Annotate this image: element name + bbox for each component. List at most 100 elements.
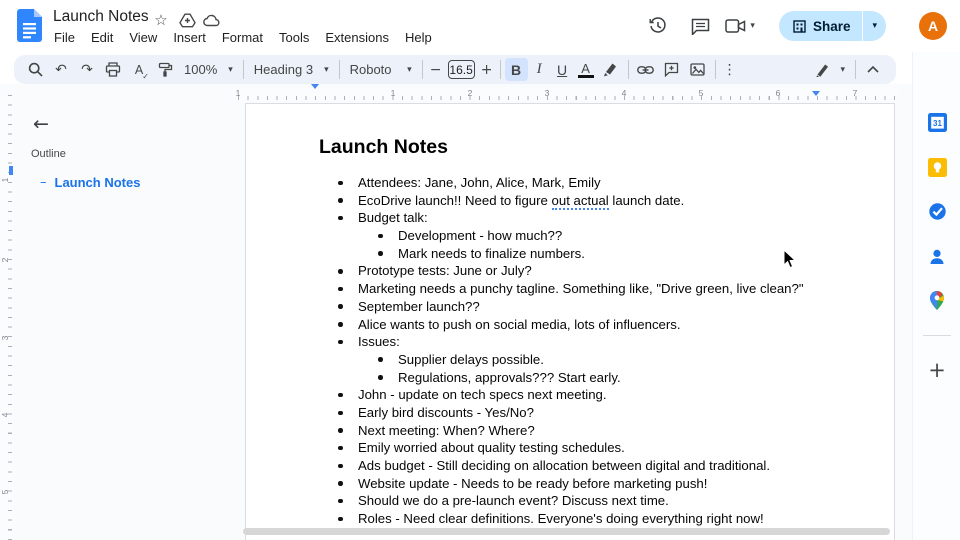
move-to-drive-icon[interactable] bbox=[178, 11, 196, 29]
print-icon[interactable] bbox=[100, 58, 126, 81]
paragraph-style-select[interactable]: Heading 3 ▾ bbox=[248, 58, 335, 81]
font-size-input[interactable]: 16.5 bbox=[447, 60, 475, 79]
redo-icon[interactable]: ↷ bbox=[74, 58, 100, 81]
bullet-text[interactable]: September launch?? bbox=[358, 298, 480, 315]
bullet-item[interactable]: Early bird discounts - Yes/No? bbox=[246, 404, 894, 422]
highlight-color-icon[interactable] bbox=[598, 58, 624, 81]
bullet-item[interactable]: Regulations, approvals??? Start early. bbox=[246, 369, 894, 387]
bullet-text[interactable]: Regulations, approvals??? Start early. bbox=[398, 369, 621, 386]
account-avatar[interactable]: A bbox=[919, 12, 947, 40]
right-indent-marker[interactable] bbox=[812, 91, 820, 96]
share-dropdown[interactable]: ▾ bbox=[862, 11, 886, 41]
bullet-text[interactable]: Marketing needs a punchy tagline. Someth… bbox=[358, 280, 804, 297]
bullet-item[interactable]: Emily worried about quality testing sche… bbox=[246, 439, 894, 457]
italic-button[interactable]: I bbox=[528, 58, 551, 81]
paint-format-icon[interactable] bbox=[152, 58, 178, 81]
more-options-icon[interactable]: ⋮ bbox=[720, 58, 740, 81]
add-comment-icon[interactable] bbox=[659, 58, 685, 81]
bullet-item[interactable]: Budget talk: bbox=[246, 209, 894, 227]
menu-file[interactable]: File bbox=[46, 28, 83, 47]
bullet-item[interactable]: September launch?? bbox=[246, 298, 894, 316]
bullet-text[interactable]: John - update on tech specs next meeting… bbox=[358, 386, 607, 403]
tasks-icon[interactable] bbox=[927, 201, 947, 221]
document-title[interactable]: Launch Notes bbox=[53, 8, 149, 26]
bullet-text[interactable]: Alice wants to push on social media, lot… bbox=[358, 316, 681, 333]
editing-mode-select[interactable]: ▾ bbox=[809, 58, 851, 81]
outline-collapse-icon[interactable]: – bbox=[40, 175, 47, 190]
zoom-select[interactable]: 100% ▾ bbox=[178, 58, 239, 81]
bold-button[interactable]: B bbox=[504, 58, 528, 81]
bullet-text[interactable]: Attendees: Jane, John, Alice, Mark, Emil… bbox=[358, 174, 601, 191]
bullet-item[interactable]: Should we do a pre-launch event? Discuss… bbox=[246, 492, 894, 510]
bullet-text[interactable]: Should we do a pre-launch event? Discuss… bbox=[358, 492, 669, 509]
menu-tools[interactable]: Tools bbox=[271, 28, 317, 47]
document-heading[interactable]: Launch Notes bbox=[319, 136, 448, 159]
close-outline-icon[interactable]: ← bbox=[33, 113, 49, 135]
bullet-item[interactable]: Prototype tests: June or July? bbox=[246, 262, 894, 280]
bullet-item[interactable]: Marketing needs a punchy tagline. Someth… bbox=[246, 280, 894, 298]
bullet-text[interactable]: Budget talk: bbox=[358, 209, 428, 226]
decrease-font-size-icon[interactable]: − bbox=[427, 58, 445, 81]
google-docs-logo[interactable] bbox=[17, 9, 42, 42]
hide-menus-icon[interactable] bbox=[860, 58, 886, 81]
bullet-item[interactable]: Development - how much?? bbox=[246, 227, 894, 245]
bullet-text[interactable]: Mark needs to finalize numbers. bbox=[398, 245, 585, 262]
bullet-text[interactable]: Supplier delays possible. bbox=[398, 351, 544, 368]
keep-notes-icon[interactable] bbox=[927, 157, 947, 177]
chevron-down-icon[interactable]: ▾ bbox=[750, 21, 755, 31]
bullet-item[interactable]: EcoDrive launch!! Need to figure out act… bbox=[246, 192, 894, 210]
bullet-text[interactable]: Prototype tests: June or July? bbox=[358, 262, 532, 279]
text-color-button[interactable]: A bbox=[574, 58, 598, 81]
bullet-item[interactable]: Roles - Need clear definitions. Everyone… bbox=[246, 510, 894, 528]
calendar-icon[interactable]: 31 bbox=[927, 112, 947, 132]
search-menus-icon[interactable] bbox=[22, 58, 48, 81]
bullet-item[interactable]: Supplier delays possible. bbox=[246, 351, 894, 369]
undo-icon[interactable]: ↶ bbox=[48, 58, 74, 81]
horizontal-scrollbar[interactable] bbox=[243, 528, 890, 535]
insert-link-icon[interactable] bbox=[633, 58, 659, 81]
star-icon[interactable]: ☆ bbox=[152, 11, 170, 29]
menu-extensions[interactable]: Extensions bbox=[317, 28, 397, 47]
outline-item-launch-notes[interactable]: – Launch Notes bbox=[40, 175, 140, 190]
menu-edit[interactable]: Edit bbox=[83, 28, 121, 47]
maps-icon[interactable] bbox=[927, 290, 947, 310]
comments-icon[interactable] bbox=[689, 15, 711, 37]
version-history-icon[interactable] bbox=[647, 15, 669, 37]
increase-font-size-icon[interactable]: + bbox=[478, 58, 496, 81]
font-select[interactable]: Roboto ▾ bbox=[344, 58, 418, 81]
bullet-dot bbox=[338, 445, 343, 451]
bullet-item[interactable]: Alice wants to push on social media, lot… bbox=[246, 316, 894, 334]
bullet-item[interactable]: Attendees: Jane, John, Alice, Mark, Emil… bbox=[246, 174, 894, 192]
bullet-item[interactable]: Next meeting: When? Where? bbox=[246, 422, 894, 440]
share-button[interactable]: Share ▾ bbox=[778, 11, 886, 41]
contacts-icon[interactable] bbox=[927, 246, 947, 266]
vertical-ruler[interactable]: 1 2 3 4 5 bbox=[0, 95, 13, 540]
bullet-text[interactable]: Ads budget - Still deciding on allocatio… bbox=[358, 457, 770, 474]
grammar-suggestion[interactable]: out actual bbox=[551, 192, 609, 210]
get-add-ons-icon[interactable]: + bbox=[927, 358, 947, 382]
menu-help[interactable]: Help bbox=[397, 28, 440, 47]
spellcheck-icon[interactable]: A ✓ bbox=[126, 58, 152, 82]
join-call-button[interactable]: ▾ bbox=[725, 19, 755, 33]
bullet-text[interactable]: EcoDrive launch!! Need to figure out act… bbox=[358, 192, 684, 210]
bullet-text[interactable]: Early bird discounts - Yes/No? bbox=[358, 404, 534, 421]
bullet-item[interactable]: Mark needs to finalize numbers. bbox=[246, 245, 894, 263]
bullet-text[interactable]: Next meeting: When? Where? bbox=[358, 422, 535, 439]
menu-insert[interactable]: Insert bbox=[165, 28, 214, 47]
bullet-item[interactable]: Ads budget - Still deciding on allocatio… bbox=[246, 457, 894, 475]
menu-format[interactable]: Format bbox=[214, 28, 271, 47]
bullet-item[interactable]: Website update - Needs to be ready befor… bbox=[246, 475, 894, 493]
horizontal-ruler[interactable]: 1 1 2 3 4 5 6 7 bbox=[232, 84, 898, 111]
bullet-text[interactable]: Website update - Needs to be ready befor… bbox=[358, 475, 707, 492]
underline-button[interactable]: U bbox=[551, 58, 574, 81]
bullet-text[interactable]: Issues: bbox=[358, 333, 400, 350]
cloud-status-icon[interactable] bbox=[203, 11, 221, 29]
bullet-item[interactable]: John - update on tech specs next meeting… bbox=[246, 386, 894, 404]
bullet-text[interactable]: Roles - Need clear definitions. Everyone… bbox=[358, 510, 764, 527]
bullet-text[interactable]: Development - how much?? bbox=[398, 227, 562, 244]
bullet-item[interactable]: Issues: bbox=[246, 333, 894, 351]
insert-image-icon[interactable] bbox=[685, 58, 711, 81]
menu-view[interactable]: View bbox=[121, 28, 165, 47]
bullet-text[interactable]: Emily worried about quality testing sche… bbox=[358, 439, 625, 456]
document-page[interactable]: Launch Notes Attendees: Jane, John, Alic… bbox=[245, 103, 895, 540]
